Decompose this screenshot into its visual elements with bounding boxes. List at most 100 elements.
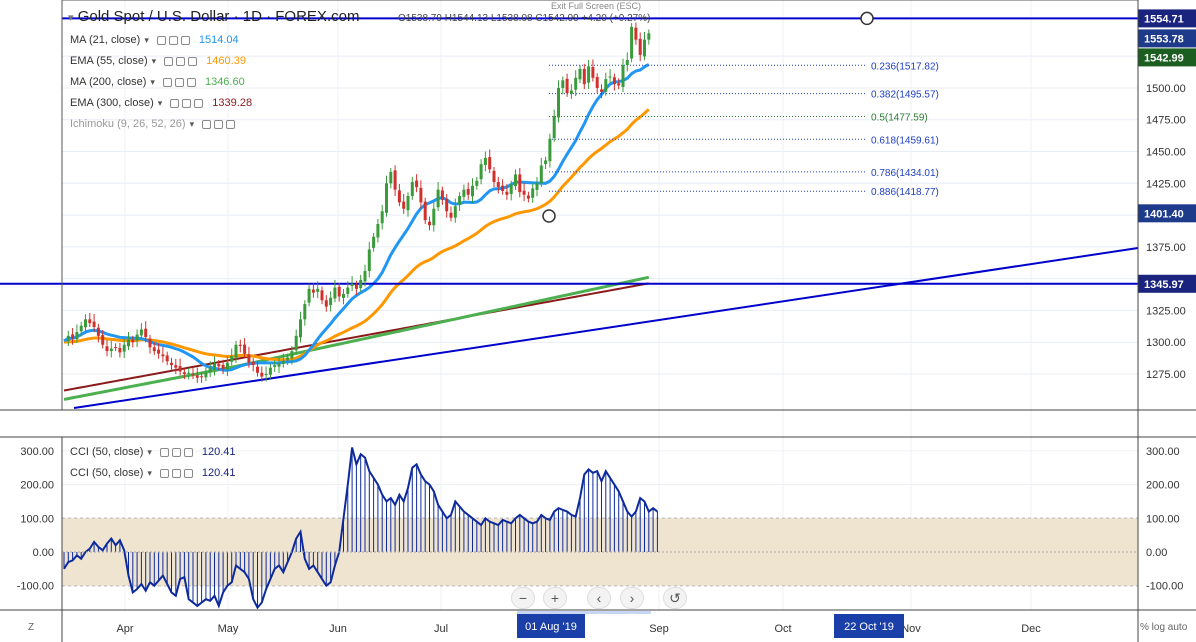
candle-body — [350, 283, 354, 287]
candle-body — [303, 304, 307, 320]
visibility-icon[interactable] — [162, 77, 172, 87]
candle-body — [630, 26, 634, 59]
settings-icon[interactable] — [174, 77, 184, 87]
timezone-icon[interactable]: Z — [28, 622, 34, 633]
time-tick-label: Sep — [649, 623, 669, 635]
time-tick-label: Jun — [329, 623, 347, 635]
legend-row[interactable]: MA (200, close) ▾ 1346.60 — [70, 76, 245, 88]
price-badge-label: 1401.40 — [1144, 208, 1184, 220]
scroll-left-button[interactable]: ‹ — [587, 587, 611, 609]
candle-body — [346, 287, 350, 294]
candle-body — [539, 165, 543, 184]
cci-tick-label-left: 200.00 — [20, 480, 54, 492]
visibility-icon[interactable] — [164, 56, 174, 66]
settings-icon[interactable] — [214, 119, 224, 129]
close-icon[interactable] — [188, 56, 198, 66]
settings-icon[interactable] — [171, 447, 181, 457]
candle-body — [174, 365, 178, 368]
candle-body — [286, 357, 290, 360]
cci-legend-row[interactable]: CCI (50, close) ▾ 120.41 — [70, 467, 236, 479]
scroll-right-button[interactable]: › — [620, 587, 644, 609]
candle-body — [182, 372, 186, 374]
time-tick-label: Jul — [434, 623, 448, 635]
candle-body — [247, 354, 251, 363]
chevron-down-icon[interactable]: ▾ — [147, 468, 152, 479]
candle-body — [144, 328, 148, 338]
legend-row[interactable]: EMA (55, close) ▾ 1460.39 — [70, 55, 246, 67]
legend-row[interactable]: EMA (300, close) ▾ 1339.28 — [70, 97, 252, 109]
chevron-down-icon[interactable]: ▾ — [158, 98, 163, 109]
candle-body — [131, 339, 135, 343]
visibility-icon[interactable] — [170, 98, 180, 108]
candle-body — [509, 184, 513, 194]
visibility-icon[interactable] — [159, 447, 169, 457]
candle-body — [604, 79, 608, 92]
candle-body — [281, 361, 285, 364]
candle-body — [307, 288, 311, 303]
zoom-in-button[interactable]: + — [543, 587, 567, 609]
settings-icon[interactable] — [171, 468, 181, 478]
close-icon[interactable] — [183, 468, 193, 478]
visibility-icon[interactable] — [156, 35, 166, 45]
candle-body — [118, 348, 122, 353]
candle-body — [234, 344, 238, 358]
zoom-out-button[interactable]: − — [511, 587, 535, 609]
chevron-down-icon[interactable]: ▾ — [144, 35, 149, 46]
candle-body — [372, 236, 376, 248]
chevron-down-icon[interactable]: ▾ — [150, 77, 155, 88]
candle-body — [333, 287, 337, 299]
legend-label: MA (200, close) — [70, 76, 147, 88]
candle-body — [152, 347, 156, 352]
candle-body — [380, 211, 384, 224]
time-badge-label: 01 Aug '19 — [525, 621, 577, 633]
candle-body — [501, 185, 505, 191]
scale-options[interactable]: % log auto — [1140, 622, 1187, 633]
fib-level-label: 0.618(1459.61) — [871, 135, 939, 146]
candle-body — [600, 89, 603, 92]
reset-chart-button[interactable]: ↺ — [663, 587, 687, 609]
legend-label: EMA (300, close) — [70, 97, 154, 109]
settings-icon[interactable] — [168, 35, 178, 45]
close-icon[interactable] — [186, 77, 196, 87]
legend-value: 1514.04 — [198, 34, 239, 46]
settings-icon[interactable] — [176, 56, 186, 66]
chevron-down-icon[interactable]: ▾ — [147, 447, 152, 458]
legend-label: CCI (50, close) — [70, 467, 144, 479]
exit-fullscreen-hint[interactable]: Exit Full Screen (ESC) — [551, 1, 641, 11]
visibility-icon[interactable] — [202, 119, 212, 129]
chevron-down-icon[interactable]: ▾ — [68, 12, 74, 24]
fib-level-label: 0.786(1434.01) — [871, 168, 939, 179]
visibility-icon[interactable] — [159, 468, 169, 478]
chevron-down-icon[interactable]: ▾ — [190, 119, 195, 130]
cci-legend-row[interactable]: CCI (50, close) ▾ 120.41 — [70, 446, 236, 458]
candle-body — [71, 334, 75, 339]
legend-row[interactable]: Ichimoku (9, 26, 52, 26) ▾ — [70, 118, 244, 130]
candle-body — [496, 182, 500, 188]
close-icon[interactable] — [180, 35, 190, 45]
cci-tick-label-right: 200.00 — [1146, 480, 1180, 492]
settings-icon[interactable] — [182, 98, 192, 108]
title-text: Gold Spot / U.S. Dollar · 1D · FOREX.com — [77, 8, 360, 25]
close-icon[interactable] — [226, 119, 236, 129]
price-badge-label: 1554.71 — [1144, 13, 1184, 25]
candle-body — [647, 33, 651, 40]
candle-body — [157, 349, 161, 354]
candle-body — [88, 319, 92, 324]
candle-body — [337, 286, 341, 297]
time-badge-label: 22 Oct '19 — [844, 621, 894, 633]
close-icon[interactable] — [183, 447, 193, 457]
candle-body — [178, 366, 182, 372]
chart-title: ▾ Gold Spot / U.S. Dollar · 1D · FOREX.c… — [68, 8, 359, 25]
legend-label: MA (21, close) — [70, 34, 141, 46]
candle-body — [514, 174, 517, 187]
close-icon[interactable] — [194, 98, 204, 108]
candle-body — [557, 87, 560, 118]
candle-body — [165, 355, 169, 362]
candle-body — [273, 365, 277, 367]
chevron-down-icon[interactable]: ▾ — [152, 56, 157, 67]
legend-row[interactable]: MA (21, close) ▾ 1514.04 — [70, 34, 239, 46]
time-tick-label: Oct — [774, 623, 791, 635]
price-tick-label: 1450.00 — [1146, 147, 1186, 159]
candle-body — [574, 77, 578, 90]
candle-body — [79, 325, 83, 332]
